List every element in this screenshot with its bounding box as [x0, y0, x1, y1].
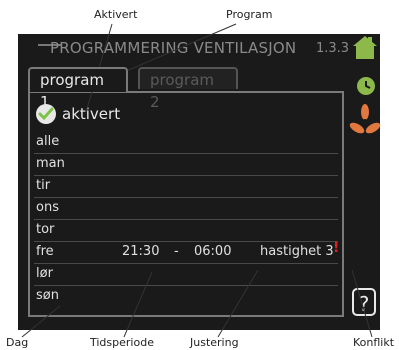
day-label: alle — [36, 134, 60, 149]
time-separator: - — [174, 244, 179, 259]
day-row-son[interactable]: søn — [34, 285, 338, 307]
program-panel: aktivert alle man tir ons tor fre 21:30 … — [28, 91, 344, 317]
day-row-lor[interactable]: lør — [34, 263, 338, 286]
activated-label: aktivert — [62, 105, 121, 123]
annotation-aktivert: Aktivert — [94, 8, 138, 21]
day-row-ons[interactable]: ons — [34, 197, 338, 220]
day-row-man[interactable]: man — [34, 153, 338, 176]
annotation-dag: Dag — [6, 336, 29, 349]
device-screen: PROGRAMMERING VENTILASJON 1.3.3 program … — [18, 34, 382, 330]
day-label: tir — [36, 178, 51, 193]
house-icon — [351, 34, 379, 64]
annotation-tidsperiode: Tidsperiode — [90, 336, 154, 349]
conflict-icon: ! — [333, 240, 340, 256]
page-title: PROGRAMMERING VENTILASJON — [50, 39, 297, 57]
day-row-tir[interactable]: tir — [34, 175, 338, 198]
day-label: fre — [36, 244, 54, 259]
clock-icon — [356, 76, 376, 100]
end-time[interactable]: 06:00 — [194, 241, 231, 263]
day-row-alle[interactable]: alle — [34, 131, 338, 154]
day-row-fre[interactable]: fre 21:30 - 06:00 hastighet 3 — [34, 241, 338, 264]
fan-icon — [348, 104, 382, 142]
tab-program-1[interactable]: program 1 — [28, 67, 128, 111]
day-label: lør — [36, 266, 53, 281]
annotation-konflikt: Konflikt — [353, 336, 395, 349]
help-button[interactable]: ? — [352, 288, 376, 316]
day-label: tor — [36, 222, 55, 237]
day-label: ons — [36, 200, 59, 215]
tab-program-2[interactable]: program 2 — [138, 67, 238, 111]
adjustment-value[interactable]: hastighet 3 — [260, 241, 334, 263]
annotation-program: Program — [226, 8, 273, 21]
day-row-tor[interactable]: tor — [34, 219, 338, 242]
menu-number: 1.3.3 — [316, 41, 350, 56]
start-time[interactable]: 21:30 — [122, 241, 159, 263]
day-label: man — [36, 156, 65, 171]
day-label: søn — [36, 288, 59, 303]
annotation-justering: Justering — [190, 336, 239, 349]
